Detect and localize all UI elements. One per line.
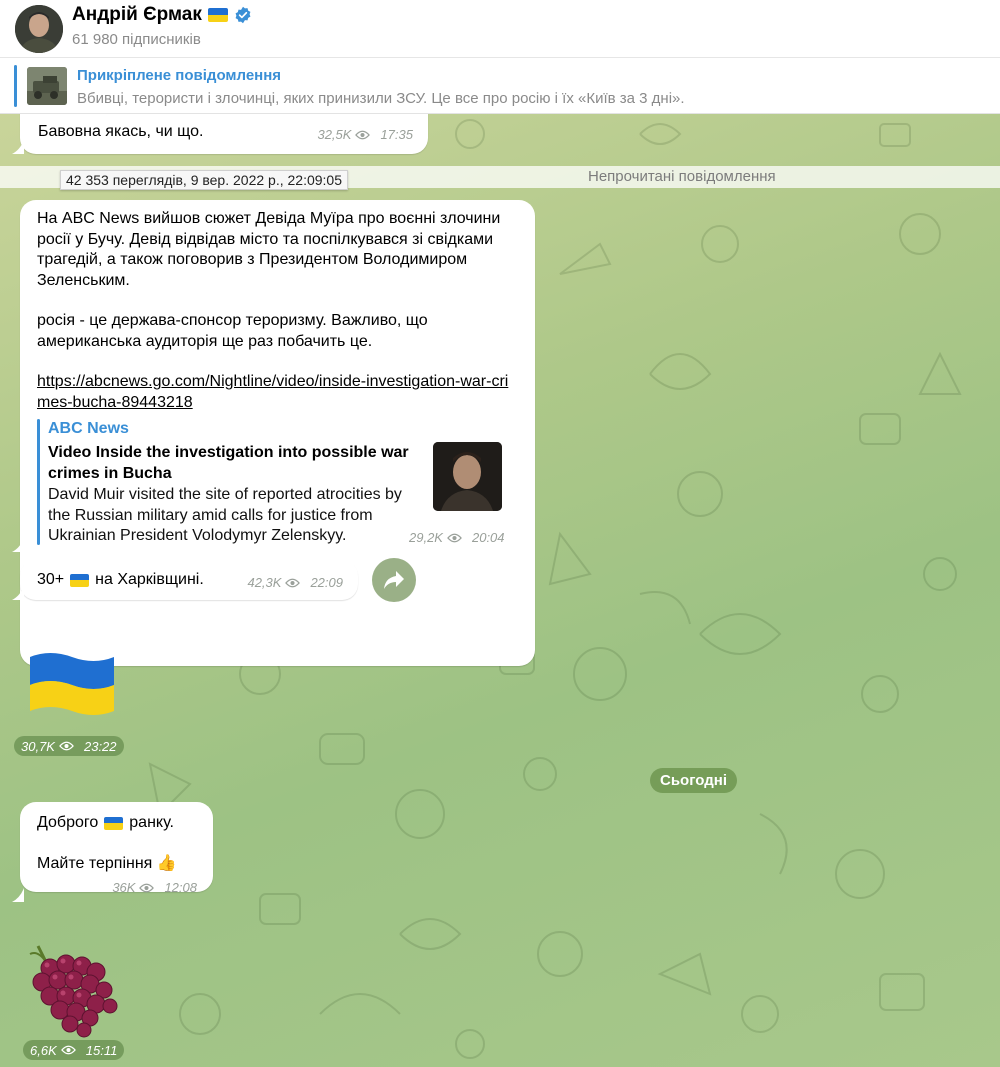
sticker-meta: 6,6K 15:11 [23,1040,125,1060]
view-count: 42,3K [247,575,282,590]
message-text-end: на Харківщині. [95,571,204,588]
preview-image[interactable] [433,442,502,511]
view-count: 32,5K [317,127,352,142]
bubble-tail [12,140,24,154]
view-count: 6,6K [30,1042,57,1058]
ukraine-flag-icon [207,8,228,22]
channel-header: Андрій Єрмак 61 980 підписників [0,0,1000,58]
sticker-ukraine-flag[interactable] [26,649,118,719]
verified-icon [235,6,251,24]
preview-accent-bar [37,419,40,545]
ukraine-flag-sticker-icon [30,653,114,715]
message-time: 15:11 [85,1042,118,1058]
message-meta: 29,2K 20:04 [409,530,505,545]
sticker-grapes[interactable] [20,940,122,1040]
message-time: 12:08 [164,880,197,895]
preview-title: Video Inside the investigation into poss… [48,444,409,482]
view-count: 36K [112,880,136,895]
message-time: 23:22 [83,738,117,754]
preview-site-name: ABC News [48,420,129,437]
eye-icon [285,578,301,587]
message-time: 20:04 [471,530,505,545]
message-time: 22:09 [310,575,343,590]
message-text-start: Доброго [37,814,99,831]
subscriber-count: 61 980 підписників [72,31,201,48]
message-time: 17:35 [380,127,413,142]
unread-label: Непрочитані повідомлення [588,168,776,185]
channel-name: Андрій Єрмак [72,4,202,25]
ukraine-flag-icon [104,816,124,830]
eye-icon [447,533,462,542]
bubble-tail [12,888,24,902]
message-meta: 32,5K 17:35 [317,127,413,142]
view-count: 29,2K [409,530,443,545]
message-text-end: ранку. [129,814,174,831]
sticker-meta: 30,7K 23:22 [14,736,124,756]
message-bubble[interactable]: Доброго ранку. Майте терпіння 👍 36K 12:0… [20,802,213,895]
pinned-text: Вбивці, терористи і злочинці, яких прини… [77,90,685,107]
message-paragraph: росія - це держава-спонсор тероризму. Ва… [37,312,428,350]
grapes-sticker-icon [29,945,118,1038]
message-text-start: 30+ [37,571,65,588]
avatar[interactable] [15,5,63,53]
preview-description: David Muir visited the site of reported … [48,486,402,544]
message-text: 30+ на Харківщині. [37,570,204,591]
views-tooltip: 42 353 переглядів, 9 вер. 2022 р., 22:09… [60,170,348,190]
pinned-accent-bar [14,65,17,107]
bubble-tail [12,538,24,552]
eye-icon [60,1045,76,1055]
article-link[interactable]: https://abcnews.go.com/Nightline/video/i… [37,372,517,413]
chat-area[interactable]: Бавовна якась, чи що. 32,5K 17:35 Непроч… [0,114,1000,1067]
bubble-tail [12,586,24,600]
channel-title[interactable]: Андрій Єрмак [72,4,252,26]
eye-icon [59,741,74,751]
message-paragraph: На ABC News вийшов сюжет Девіда Муїра пр… [37,210,501,289]
view-count: 30,7K [21,738,55,754]
pinned-thumbnail [27,67,67,105]
ukraine-flag-icon [70,573,90,587]
message-text: Бавовна якась, чи що. [38,123,204,140]
pinned-message[interactable]: Прикріплене повідомлення Вбивці, терорис… [0,59,1000,114]
message-meta: 36K 12:08 [112,880,197,895]
message-text-line: Майте терпіння 👍 [37,855,177,872]
message-text-line: Доброго ранку. [37,813,174,834]
message-bubble[interactable]: 30+ на Харківщині. 42,3K 22:09 [20,560,358,600]
message-meta: 42,3K 22:09 [247,575,343,590]
eye-icon [355,130,371,139]
eye-icon [139,883,155,892]
link-preview[interactable]: ABC News Video Inside the investigation … [37,419,518,545]
pinned-title: Прикріплене повідомлення [77,67,282,84]
message-bubble[interactable]: Бавовна якась, чи що. 32,5K 17:35 [20,114,428,154]
forward-button[interactable] [372,558,416,602]
date-divider: Сьогодні [650,768,737,793]
forward-icon [384,571,404,589]
